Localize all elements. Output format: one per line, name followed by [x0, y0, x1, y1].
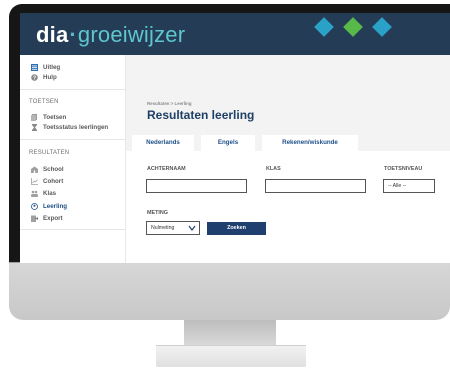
- app-header: dia·groeiwijzer: [20, 13, 450, 55]
- page-title: Resultaten leerling: [147, 108, 255, 122]
- toetsniveau-select[interactable]: -- Alle --: [383, 179, 435, 193]
- green-diamond-icon: [343, 17, 363, 37]
- sidebar-item-klas[interactable]: Klas: [31, 190, 56, 197]
- sidebar-divider: [20, 89, 125, 90]
- sidebar-item-label: Uitleg: [43, 64, 61, 71]
- screen: dia·groeiwijzer Uitleg ? Hulp TOETSEN To…: [20, 13, 450, 263]
- sidebar-item-label: Leerling: [43, 203, 68, 210]
- group-icon: [31, 190, 38, 197]
- sidebar-item-label: Toetsstatus leerlingen: [43, 124, 109, 131]
- sidebar-section-resultaten: RESULTATEN: [29, 150, 70, 156]
- documents-icon: [31, 114, 38, 121]
- school-icon: [31, 166, 38, 173]
- teal-diamond-icon-2: [372, 17, 392, 37]
- breadcrumb[interactable]: Resultaten > Leerling: [147, 101, 192, 106]
- achternaam-label: ACHTERNAAM: [147, 166, 186, 172]
- chart-icon: [31, 178, 38, 185]
- klas-input[interactable]: [265, 179, 366, 193]
- app-logo[interactable]: dia·groeiwijzer: [36, 24, 185, 46]
- search-form: ACHTERNAAM KLAS TOETSNIVEAU -- Alle -- M…: [126, 151, 450, 263]
- main-content: Resultaten > Leerling Resultaten leerlin…: [126, 55, 450, 263]
- hourglass-icon: [31, 124, 38, 131]
- svg-text:?: ?: [33, 75, 36, 81]
- meting-label: METING: [147, 210, 168, 216]
- sidebar-item-school[interactable]: School: [31, 166, 64, 173]
- sidebar-item-export[interactable]: Export: [31, 215, 63, 222]
- sidebar-item-label: Klas: [43, 190, 57, 197]
- sidebar-item-cohort[interactable]: Cohort: [31, 178, 63, 185]
- meting-select[interactable]: Nulmeting: [146, 221, 200, 235]
- help-icon: ?: [31, 74, 38, 81]
- sidebar-section-toetsen: TOETSEN: [29, 99, 59, 105]
- toetsniveau-label: TOETSNIVEAU: [384, 166, 423, 172]
- monitor-stand-base: [156, 345, 306, 367]
- sidebar: Uitleg ? Hulp TOETSEN Toetsen Toetsstatu…: [20, 55, 126, 263]
- export-icon: [31, 215, 38, 222]
- achternaam-input[interactable]: [146, 179, 247, 193]
- sidebar-item-label: Toetsen: [43, 114, 67, 121]
- logo-suffix: groeiwijzer: [77, 22, 186, 47]
- logo-prefix: dia: [36, 22, 69, 47]
- sidebar-divider: [20, 139, 125, 140]
- tab-rekenen-wiskunde[interactable]: Rekenen/wiskunde: [262, 135, 358, 151]
- list-icon: [31, 64, 38, 71]
- sidebar-item-label: Cohort: [43, 178, 64, 185]
- meting-value: Nulmeting: [151, 225, 175, 231]
- monitor-stand-neck: [184, 320, 276, 348]
- logo-dot: ·: [69, 22, 77, 47]
- monitor-chin: [9, 262, 450, 320]
- sidebar-item-uitleg[interactable]: Uitleg: [31, 64, 60, 71]
- sidebar-item-leerling[interactable]: Leerling: [31, 203, 67, 210]
- chevron-down-icon: [188, 224, 196, 237]
- search-button[interactable]: Zoeken: [207, 222, 266, 235]
- user-icon: [31, 203, 38, 210]
- sidebar-item-label: Hulp: [43, 74, 57, 81]
- sidebar-item-label: Export: [43, 215, 63, 222]
- sidebar-divider: [20, 229, 125, 230]
- sidebar-item-label: School: [43, 166, 64, 173]
- sidebar-item-hulp[interactable]: ? Hulp: [31, 74, 57, 81]
- tab-engels[interactable]: Engels: [201, 135, 255, 151]
- teal-diamond-icon: [314, 17, 334, 37]
- klas-label: KLAS: [266, 166, 281, 172]
- tab-nederlands[interactable]: Nederlands: [132, 135, 194, 152]
- sidebar-item-toetsen[interactable]: Toetsen: [31, 114, 66, 121]
- sidebar-item-toetsstatus[interactable]: Toetsstatus leerlingen: [31, 124, 108, 131]
